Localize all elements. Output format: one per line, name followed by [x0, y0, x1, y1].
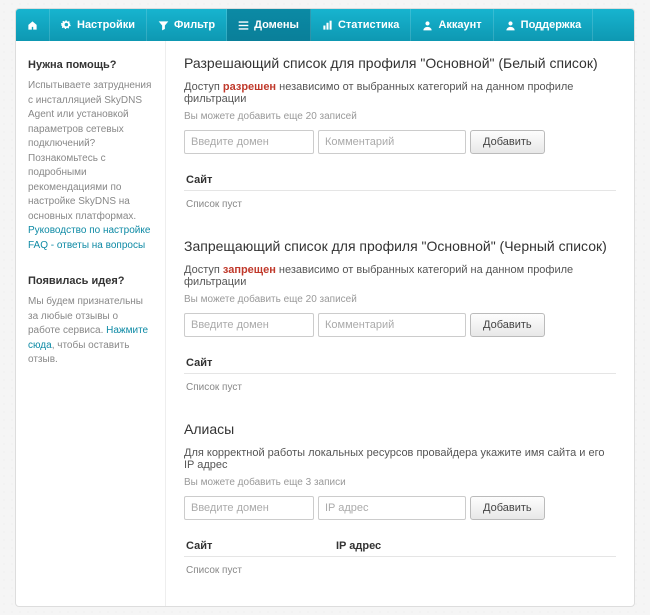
nav-settings[interactable]: Настройки	[50, 9, 147, 41]
aliases-ip-input[interactable]	[318, 496, 466, 520]
blacklist-hint: Вы можете добавить еще 20 записей	[184, 294, 616, 305]
filter-icon	[158, 20, 169, 31]
aliases-add-button[interactable]: Добавить	[470, 496, 545, 520]
whitelist-domain-input[interactable]	[184, 130, 314, 154]
aliases-title: Алиасы	[184, 421, 616, 437]
blacklist-access: Доступ запрещен независимо от выбранных …	[184, 264, 616, 288]
nav-stats-label: Статистика	[338, 19, 400, 31]
nav-domains[interactable]: Домены	[227, 9, 311, 41]
navbar: Настройки Фильтр Домены Статистика Аккау…	[16, 9, 634, 41]
nav-account-label: Аккаунт	[438, 19, 481, 31]
aliases-col-ip: IP адрес	[336, 540, 381, 552]
help-block: Нужна помощь? Испытываете затруднения с …	[28, 59, 153, 253]
chart-icon	[322, 20, 333, 31]
blacklist-empty: Список пуст	[184, 374, 616, 395]
help-text: Испытываете затруднения с инсталляцией S…	[28, 79, 153, 253]
whitelist-table-header: Сайт	[184, 170, 616, 191]
nav-account[interactable]: Аккаунт	[411, 9, 493, 41]
blacklist-input-row: Добавить	[184, 313, 616, 337]
whitelist-access: Доступ разрешен независимо от выбранных …	[184, 81, 616, 105]
nav-filter[interactable]: Фильтр	[147, 9, 227, 41]
gear-icon	[61, 20, 72, 31]
support-icon	[505, 20, 516, 31]
access-allowed-word: разрешен	[223, 81, 276, 93]
whitelist-hint: Вы можете добавить еще 20 записей	[184, 111, 616, 122]
aliases-col-site: Сайт	[186, 540, 336, 552]
whitelist-comment-input[interactable]	[318, 130, 466, 154]
aliases-input-row: Добавить	[184, 496, 616, 520]
nav-support[interactable]: Поддержка	[494, 9, 594, 41]
aliases-section: Алиасы Для корректной работы локальных р…	[184, 421, 616, 578]
idea-block: Появилась идея? Мы будем признательны за…	[28, 275, 153, 368]
aliases-domain-input[interactable]	[184, 496, 314, 520]
aliases-hint: Вы можете добавить еще 3 записи	[184, 477, 616, 488]
whitelist-col-site: Сайт	[186, 174, 336, 186]
blacklist-col-site: Сайт	[186, 357, 336, 369]
whitelist-section: Разрешающий список для профиля "Основной…	[184, 55, 616, 212]
blacklist-domain-input[interactable]	[184, 313, 314, 337]
whitelist-empty: Список пуст	[184, 191, 616, 212]
nav-support-label: Поддержка	[521, 19, 582, 31]
nav-domains-label: Домены	[254, 19, 299, 31]
user-icon	[422, 20, 433, 31]
nav-settings-label: Настройки	[77, 19, 135, 31]
aliases-empty: Список пуст	[184, 557, 616, 578]
whitelist-title: Разрешающий список для профиля "Основной…	[184, 55, 616, 71]
access-denied-word: запрещен	[223, 264, 276, 276]
blacklist-title: Запрещающий список для профиля "Основной…	[184, 238, 616, 254]
help-title: Нужна помощь?	[28, 59, 153, 71]
nav-filter-label: Фильтр	[174, 19, 215, 31]
nav-stats[interactable]: Статистика	[311, 9, 412, 41]
list-icon	[238, 20, 249, 31]
help-link-guide[interactable]: Руководство по настройке	[28, 225, 150, 236]
blacklist-add-button[interactable]: Добавить	[470, 313, 545, 337]
idea-title: Появилась идея?	[28, 275, 153, 287]
whitelist-input-row: Добавить	[184, 130, 616, 154]
blacklist-table-header: Сайт	[184, 353, 616, 374]
nav-home[interactable]	[16, 9, 50, 41]
aliases-desc: Для корректной работы локальных ресурсов…	[184, 447, 616, 471]
main-content: Разрешающий список для профиля "Основной…	[166, 41, 634, 606]
whitelist-add-button[interactable]: Добавить	[470, 130, 545, 154]
aliases-table-header: Сайт IP адрес	[184, 536, 616, 557]
help-link-faq[interactable]: FAQ - ответы на вопросы	[28, 240, 145, 251]
sidebar: Нужна помощь? Испытываете затруднения с …	[16, 41, 166, 606]
blacklist-comment-input[interactable]	[318, 313, 466, 337]
blacklist-section: Запрещающий список для профиля "Основной…	[184, 238, 616, 395]
idea-text: Мы будем признательны за любые отзывы о …	[28, 295, 153, 368]
home-icon	[27, 20, 38, 31]
